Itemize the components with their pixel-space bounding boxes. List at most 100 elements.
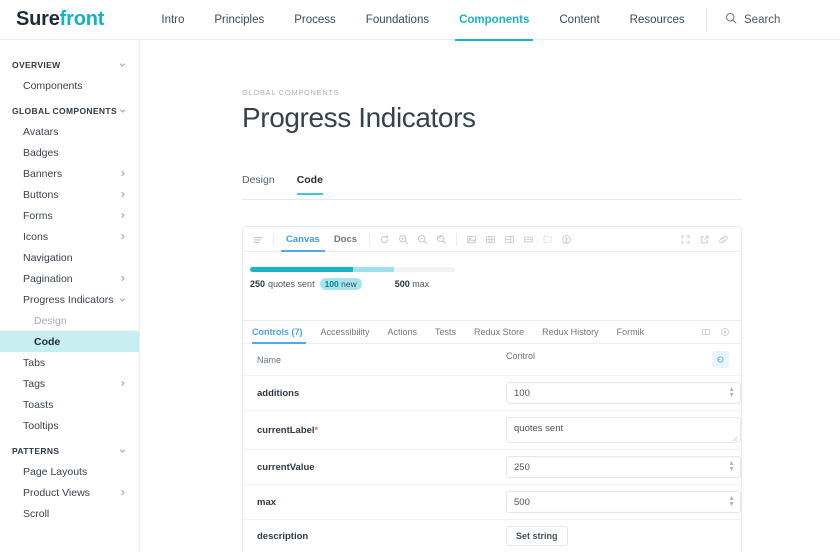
sidebar-item-avatars[interactable]: Avatars <box>0 121 139 142</box>
hamburger-icon[interactable] <box>249 230 268 249</box>
sidebar-item-progress-indicators[interactable]: Progress Indicators <box>0 289 139 310</box>
currentvalue-number-input[interactable]: 250 ▲ ▼ <box>506 456 741 478</box>
currentlabel-textarea[interactable]: quotes sent <box>506 417 741 443</box>
progress-additions-badge: 100 new <box>319 278 362 290</box>
sidebar-item-label: Banners <box>23 167 63 180</box>
zoom-reset-icon[interactable] <box>432 230 451 249</box>
outline-icon[interactable] <box>538 230 557 249</box>
number-stepper-icon[interactable]: ▲ ▼ <box>728 386 735 399</box>
sidebar-group-overview[interactable]: OVERVIEW <box>0 54 139 75</box>
sidebar-item-badges[interactable]: Badges <box>0 142 139 163</box>
accessibility-icon[interactable] <box>557 230 576 249</box>
link-icon[interactable] <box>714 230 733 249</box>
sidebar-item-label: Pagination <box>23 272 73 285</box>
sidebar-item-label: Forms <box>23 209 53 222</box>
sidebar-item-buttons[interactable]: Buttons <box>0 184 139 205</box>
nav-item-foundations[interactable]: Foundations <box>366 0 429 40</box>
sidebar-item-page-layouts[interactable]: Page Layouts <box>0 461 139 482</box>
close-panel-icon[interactable] <box>715 323 734 342</box>
panel-tab-redux-store[interactable]: Redux Store <box>465 321 533 344</box>
sidebar-item-forms[interactable]: Forms <box>0 205 139 226</box>
sidebar-item-label: Navigation <box>23 251 73 264</box>
page-title: Progress Indicators <box>242 102 476 133</box>
tab-code[interactable]: Code <box>296 174 324 195</box>
additions-value: 100 <box>514 387 530 399</box>
measure-icon[interactable] <box>500 230 519 249</box>
sidebar-item-label: Icons <box>23 230 49 243</box>
storybook-tab-docs[interactable]: Docs <box>327 227 364 252</box>
nav-item-intro[interactable]: Intro <box>161 0 184 40</box>
max-value: 500 <box>514 496 530 508</box>
sidebar-item-product-views[interactable]: Product Views <box>0 482 139 503</box>
table-row: additions 100 ▲ ▼ <box>243 375 741 411</box>
nav-item-content[interactable]: Content <box>559 0 599 40</box>
number-stepper-icon[interactable]: ▲ ▼ <box>728 460 735 473</box>
chevron-right-icon <box>118 169 127 178</box>
set-string-button[interactable]: Set string <box>506 526 568 546</box>
sidebar-item-label: Progress Indicators <box>23 293 114 306</box>
nav-item-components[interactable]: Components <box>455 0 534 41</box>
progress-indicator-demo: 250 quotes sent 100 new 500 max <box>250 267 455 290</box>
viewport-icon[interactable] <box>519 230 538 249</box>
sidebar-item-tabs[interactable]: Tabs <box>0 352 139 373</box>
sidebar-item-label: Tabs <box>23 356 46 369</box>
max-number-input[interactable]: 500 ▲ ▼ <box>506 491 741 513</box>
breadcrumb: GLOBAL COMPONENTS <box>242 88 340 97</box>
panel-layout-icon[interactable] <box>696 323 715 342</box>
chevron-right-icon <box>118 190 127 199</box>
nav-item-resources[interactable]: Resources <box>630 0 685 40</box>
currentvalue-value: 250 <box>514 461 530 473</box>
sidebar-item-toasts[interactable]: Toasts <box>0 394 139 415</box>
tab-design[interactable]: Design <box>242 174 275 194</box>
sidebar-item-components[interactable]: Components <box>0 75 139 96</box>
chevron-right-icon <box>118 379 127 388</box>
search-button[interactable]: Search <box>706 7 826 32</box>
table-row: currentValue 250 ▲ ▼ <box>243 449 741 485</box>
column-header-name: Name <box>243 344 492 376</box>
toolbar-divider <box>369 232 371 246</box>
sidebar-group-patterns[interactable]: PATTERNS <box>0 440 139 461</box>
sidebar-item-tooltips[interactable]: Tooltips <box>0 415 139 436</box>
sidebar-item-tags[interactable]: Tags <box>0 373 139 394</box>
progress-max-value: 500 <box>394 279 410 289</box>
storybook-tab-canvas[interactable]: Canvas <box>279 227 327 252</box>
open-new-tab-icon[interactable] <box>695 230 714 249</box>
progress-bar-track <box>250 267 455 272</box>
addon-panel-tabs: Controls (7) Accessibility Actions Tests… <box>243 321 741 344</box>
badge-number: 100 <box>324 279 339 289</box>
sidebar-item-navigation[interactable]: Navigation <box>0 247 139 268</box>
brand-logo[interactable]: Surefront <box>0 8 140 31</box>
panel-tab-redux-history[interactable]: Redux History <box>533 321 608 344</box>
sidebar-group-global-components[interactable]: GLOBAL COMPONENTS <box>0 100 139 121</box>
grid-icon[interactable] <box>481 230 500 249</box>
fullscreen-icon[interactable] <box>676 230 695 249</box>
control-label-text: currentLabel <box>257 424 315 436</box>
resize-handle-icon[interactable] <box>732 434 738 442</box>
sidebar-item-code[interactable]: Code <box>0 331 139 352</box>
sidebar-item-label: Avatars <box>23 125 59 138</box>
zoom-out-icon[interactable] <box>413 230 432 249</box>
nav-item-principles[interactable]: Principles <box>214 0 264 40</box>
sidebar-item-icons[interactable]: Icons <box>0 226 139 247</box>
refresh-icon[interactable] <box>375 230 394 249</box>
panel-tab-actions[interactable]: Actions <box>379 321 427 344</box>
background-icon[interactable] <box>462 230 481 249</box>
panel-tab-formik[interactable]: Formik <box>608 321 654 344</box>
sidebar-item-banners[interactable]: Banners <box>0 163 139 184</box>
zoom-in-icon[interactable] <box>394 230 413 249</box>
chevron-down-icon <box>118 60 127 69</box>
chevron-down-icon <box>118 106 127 115</box>
sidebar-item-pagination[interactable]: Pagination <box>0 268 139 289</box>
nav-item-process[interactable]: Process <box>294 0 336 40</box>
panel-tab-accessibility[interactable]: Accessibility <box>312 321 379 344</box>
sidebar-item-design[interactable]: Design <box>0 310 139 331</box>
panel-tab-controls[interactable]: Controls (7) <box>252 321 312 344</box>
sidebar-item-scroll[interactable]: Scroll <box>0 503 139 524</box>
number-stepper-icon[interactable]: ▲ ▼ <box>728 495 735 508</box>
search-icon <box>725 11 737 29</box>
reset-controls-icon[interactable] <box>712 351 729 368</box>
panel-tab-tests[interactable]: Tests <box>426 321 465 344</box>
additions-number-input[interactable]: 100 ▲ ▼ <box>506 382 741 404</box>
storybook-toolbar: Canvas Docs <box>243 227 741 252</box>
control-cell-currentlabel: quotes sent <box>492 410 741 450</box>
